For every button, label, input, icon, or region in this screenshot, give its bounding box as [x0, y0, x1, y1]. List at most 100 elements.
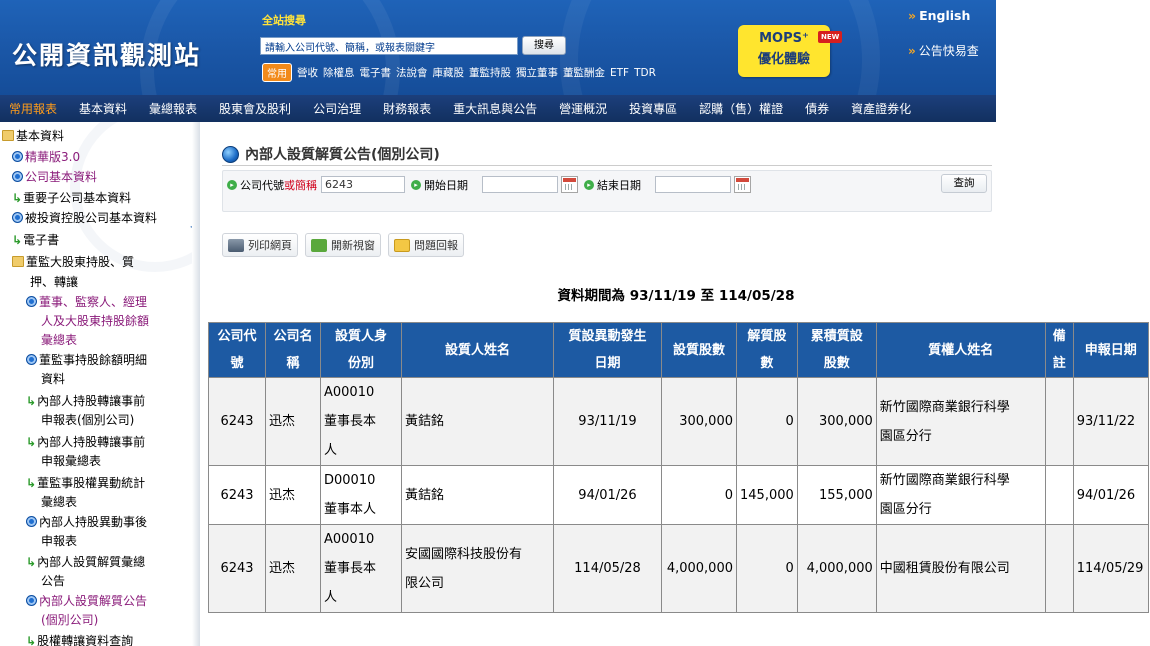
sidebar-item-essential-edition[interactable]: 精華版3.0 — [12, 148, 80, 167]
nav-summary-reports[interactable]: 彙總報表 — [149, 100, 197, 117]
sidebar-item-subsidiaries[interactable]: ↳重要子公司基本資料 — [12, 189, 131, 208]
quick-link-revenue[interactable]: 營收 — [297, 65, 318, 80]
quick-link-director-holdings[interactable]: 董監持股 — [469, 65, 511, 80]
col-header-released-shares[interactable]: 解質股數 — [736, 322, 798, 378]
quick-link-ebook[interactable]: 電子書 — [360, 65, 392, 80]
nav-financial-statements[interactable]: 財務報表 — [383, 100, 431, 117]
feedback-button[interactable]: 問題回報 — [388, 233, 464, 257]
quick-links: 常用 營收 除權息 電子書 法說會 庫藏股 董監持股 獨立董事 董監酬金 ETF… — [262, 63, 656, 82]
col-header-note[interactable]: 備註 — [1044, 322, 1074, 378]
sidebar-item-pledge-individual[interactable]: 內部人設質解質公告 — [26, 592, 147, 611]
print-button[interactable]: 列印網頁 — [222, 233, 298, 257]
sidebar-item-label: 押、轉讓 — [30, 275, 79, 289]
sidebar-item-share-transfer-query[interactable]: ↳股權轉讓資料查詢 — [26, 632, 133, 646]
main-nav: 常用報表 基本資料 彙總報表 股東會及股利 公司治理 財務報表 重大訊息與公告 … — [0, 95, 996, 122]
sidebar-item-pre-transfer-individual[interactable]: ↳內部人持股轉讓事前 — [26, 392, 145, 411]
bullet-icon — [26, 595, 37, 606]
table-header-row: 公司代號 公司名稱 設質人身 份別 設質人姓名 質設異動發生 日期 設質股數 解質股… — [208, 322, 1149, 378]
checkmark-icon — [311, 238, 327, 252]
quick-tag: 常用 — [262, 63, 292, 82]
site-search-button[interactable]: 搜尋 — [522, 36, 566, 55]
cell-filing-date: 93/11/22 — [1072, 377, 1149, 466]
cell-company-name: 迅杰 — [265, 377, 321, 466]
col-header-pledgee-name[interactable]: 質權人姓名 — [875, 322, 1046, 378]
sidebar-item-label: 重要子公司基本資料 — [23, 191, 132, 205]
nav-common-reports[interactable]: 常用報表 — [9, 100, 57, 117]
english-link[interactable]: » English — [908, 8, 970, 23]
cell-company-code: 6243 — [208, 524, 266, 613]
sidebar-item-equity-change-stats[interactable]: ↳董監事股權異動統計 — [26, 474, 145, 493]
company-name-label-text: 或簡稱 — [284, 178, 317, 192]
sidebar-item-director-pledge[interactable]: 董監大股東持股、質 — [12, 253, 134, 272]
site-header: 公開資訊觀測站 全站搜尋 搜尋 常用 營收 除權息 電子書 法說會 庫藏股 董監… — [0, 0, 996, 95]
col-header-change-date[interactable]: 質設異動發生 日期 — [553, 322, 662, 378]
quick-link-dividend[interactable]: 除權息 — [323, 65, 355, 80]
site-search-input[interactable] — [260, 37, 518, 55]
site-logo[interactable]: 公開資訊觀測站 — [12, 36, 201, 72]
quick-link-etf[interactable]: ETF — [610, 67, 629, 79]
cell-company-name: 迅杰 — [265, 524, 321, 613]
expand-arrow-icon: ↳ — [26, 555, 37, 569]
bullet-icon — [26, 296, 37, 307]
sidebar-item-pre-transfer-summary[interactable]: ↳內部人持股轉讓事前 — [26, 433, 145, 452]
col-header-cumulative-shares[interactable]: 累積質設 股數 — [796, 322, 877, 378]
expand-arrow-icon: ↳ — [12, 191, 23, 205]
sidebar-item-label: 申報表 — [41, 534, 78, 548]
query-button[interactable]: 查詢 — [941, 174, 987, 193]
cell-change-date: 93/11/19 — [553, 377, 662, 466]
cell-note — [1044, 377, 1074, 466]
cell-cumulative-shares: 155,000 — [796, 465, 877, 525]
sidebar-item-post-change-report[interactable]: 內部人持股異動事後 — [26, 513, 147, 532]
quick-link-independent-directors[interactable]: 獨立董事 — [516, 65, 558, 80]
table-row: 6243 迅杰 A00010 董事長本人 黃銡銘 93/11/19 300,000… — [208, 377, 1149, 466]
col-header-company-code[interactable]: 公司代號 — [208, 322, 266, 378]
start-date-input[interactable] — [482, 176, 558, 193]
quick-link-treasury-stock[interactable]: 庫藏股 — [433, 65, 465, 80]
quick-link-director-compensation[interactable]: 董監酬金 — [563, 65, 605, 80]
page-title-text: 內部人設質解質公告(個別公司) — [245, 147, 440, 163]
sidebar-item-label: 內部人設質解質公告 — [39, 594, 148, 608]
arrow-right-icon: ▸ — [411, 179, 421, 190]
query-bar: ▸ 公司代號或簡稱 ▸ 開始日期 ▸ 結束日期 查詢 — [222, 170, 992, 212]
cell-pledged-shares: 4,000,000 — [661, 524, 737, 613]
company-code-input[interactable] — [321, 176, 405, 193]
sidebar-item-holding-company[interactable]: 被投資控股公司基本資料 — [12, 209, 157, 228]
sidebar-item-label: 內部人持股轉讓事前 — [37, 435, 146, 449]
announcement-link[interactable]: » 公告快易查 — [908, 42, 979, 59]
col-header-pledgor-identity[interactable]: 設質人身 份別 — [320, 322, 402, 378]
nav-warrants[interactable]: 認購（售）權證 — [699, 100, 783, 117]
mops-optimized-button[interactable]: MOPS⁺ 優化體驗 — [738, 25, 830, 77]
sidebar-item-ebook[interactable]: ↳電子書 — [12, 231, 59, 250]
nav-securitization[interactable]: 資產證券化 — [851, 100, 911, 117]
nav-basic-info[interactable]: 基本資料 — [79, 100, 127, 117]
sidebar-item-director-balance-detail[interactable]: 董監事持股餘額明細 — [26, 351, 147, 370]
col-header-company-name[interactable]: 公司名稱 — [265, 322, 321, 378]
col-header-filing-date[interactable]: 申報日期 — [1072, 322, 1149, 378]
quick-link-tdr[interactable]: TDR — [634, 67, 656, 79]
sidebar-item-basic-info[interactable]: 基本資料 — [2, 127, 64, 146]
nav-bonds[interactable]: 債券 — [805, 100, 829, 117]
table-row: 6243 迅杰 D00010 董事本人 黃銡銘 94/01/26 0 145,00… — [208, 465, 1149, 525]
sidebar-collapse-icon[interactable]: ◀ — [190, 222, 196, 231]
col-header-pledgor-name[interactable]: 設質人姓名 — [401, 322, 554, 378]
calendar-icon[interactable] — [561, 176, 578, 193]
nav-investment[interactable]: 投資專區 — [629, 100, 677, 117]
nav-corporate-governance[interactable]: 公司治理 — [313, 100, 361, 117]
quick-link-investor-conference[interactable]: 法說會 — [396, 65, 428, 80]
nav-shareholders-dividends[interactable]: 股東會及股利 — [219, 100, 291, 117]
new-window-button[interactable]: 開新視窗 — [305, 233, 381, 257]
sidebar-item-company-basic[interactable]: 公司基本資料 — [12, 168, 97, 187]
sidebar-item-holding-balance-summary[interactable]: 董事、監察人、經理 — [26, 293, 147, 312]
announcement-label: 公告快易查 — [918, 44, 979, 58]
end-date-input[interactable] — [655, 176, 731, 193]
nav-operations[interactable]: 營運概況 — [559, 100, 607, 117]
sidebar-item-pledge-summary[interactable]: ↳內部人設質解質彙總 — [26, 553, 145, 572]
sidebar-item-director-pledge-cont: 押、轉讓 — [30, 273, 78, 292]
cell-pledgee-name: 新竹國際商業銀行科學 園區分行 — [875, 465, 1046, 525]
sidebar-item-label: 申報表(個別公司) — [41, 413, 135, 427]
nav-material-info[interactable]: 重大訊息與公告 — [453, 100, 537, 117]
col-header-pledged-shares[interactable]: 設質股數 — [661, 322, 737, 378]
calendar-icon[interactable] — [734, 176, 751, 193]
start-date-label: 開始日期 — [424, 178, 468, 192]
cell-pledged-shares: 300,000 — [661, 377, 737, 466]
